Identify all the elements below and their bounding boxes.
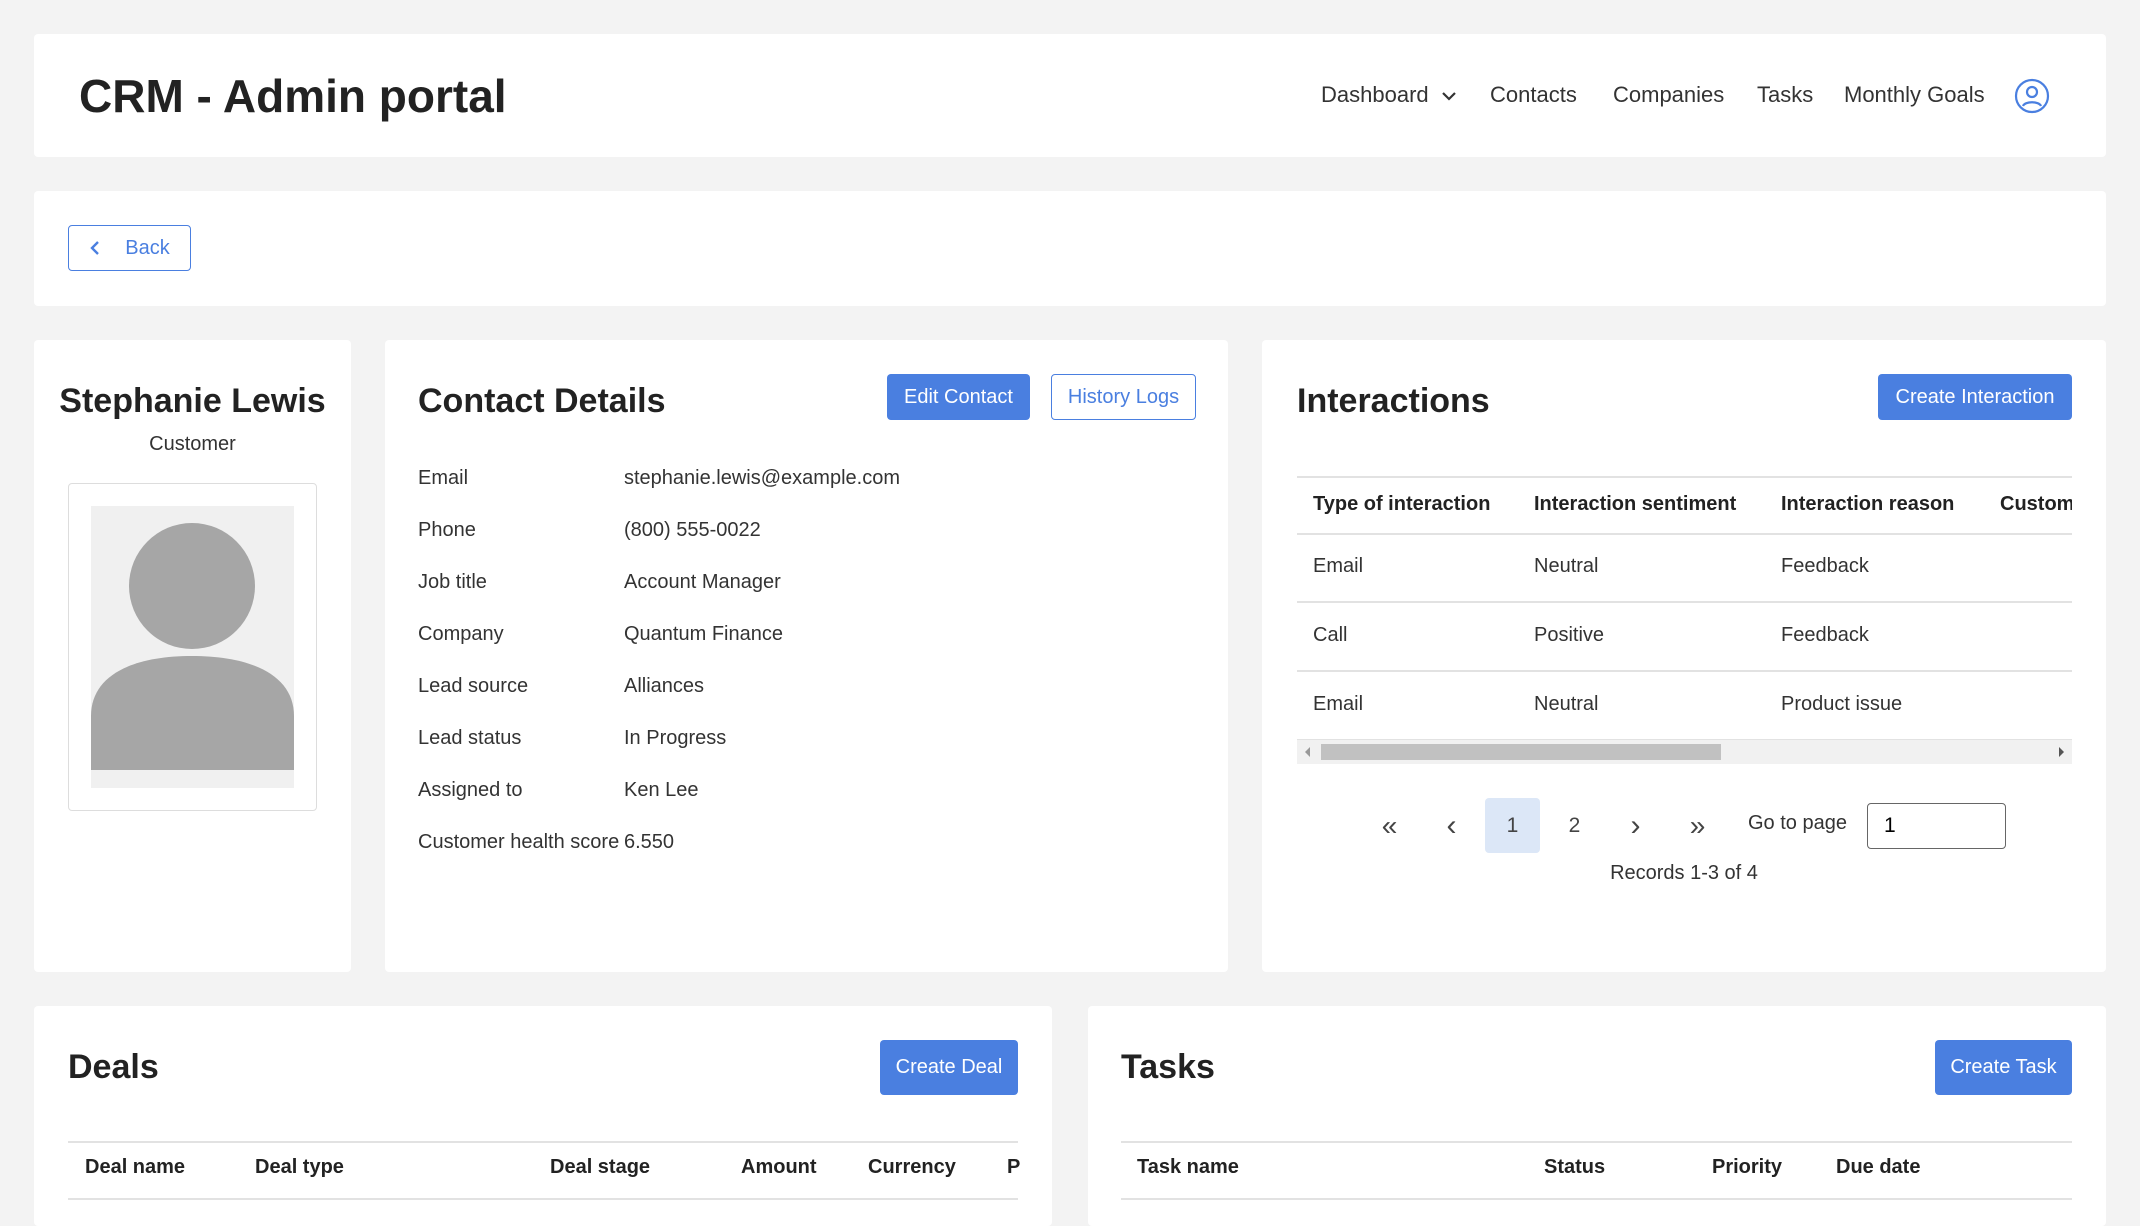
column-header[interactable]: Deal stage: [550, 1156, 650, 1179]
field-label: Lead source: [418, 675, 528, 698]
records-count: Records 1-3 of 4: [1584, 862, 1784, 885]
table-cell: Positive: [1534, 624, 1604, 647]
interactions-table: Type of interaction Interaction sentimen…: [1297, 476, 2072, 764]
avatar-placeholder-icon: [91, 506, 294, 788]
column-header[interactable]: Amount: [741, 1156, 817, 1179]
page-1-button[interactable]: 1: [1485, 798, 1540, 853]
column-header[interactable]: Task name: [1137, 1156, 1239, 1179]
table-cell: Call: [1313, 624, 1347, 647]
nav-tasks[interactable]: Tasks: [1757, 82, 1813, 108]
table-cell: Product issue: [1781, 693, 1902, 716]
first-page-button[interactable]: «: [1362, 798, 1417, 853]
history-logs-button[interactable]: History Logs: [1051, 374, 1196, 420]
column-header[interactable]: Priority: [1712, 1156, 1782, 1179]
back-bar: Back: [34, 191, 2106, 306]
scroll-right-arrow[interactable]: [2059, 747, 2064, 757]
interactions-card: Interactions Create Interaction Type of …: [1262, 340, 2106, 972]
nav-dashboard[interactable]: Dashboard: [1321, 82, 1457, 108]
edit-contact-button[interactable]: Edit Contact: [887, 374, 1030, 420]
chevron-left-icon: [89, 240, 101, 256]
deals-title: Deals: [68, 1048, 159, 1087]
field-label: Email: [418, 467, 468, 490]
field-label: Customer health score: [418, 831, 619, 854]
table-row[interactable]: Call Positive Feedback: [1297, 602, 2072, 671]
back-label: Back: [125, 237, 169, 260]
nav-dashboard-label: Dashboard: [1321, 82, 1429, 107]
prev-page-button[interactable]: ‹: [1424, 798, 1479, 853]
app-title: CRM - Admin portal: [79, 69, 507, 123]
contact-details-card: Contact Details Edit Contact History Log…: [385, 340, 1228, 972]
column-header[interactable]: Interaction sentiment: [1534, 493, 1736, 516]
contact-role: Customer: [34, 433, 351, 456]
profile-card: Stephanie Lewis Customer: [34, 340, 351, 972]
scrollbar-thumb[interactable]: [1321, 744, 1721, 760]
chevron-down-icon: [1441, 90, 1457, 102]
table-cell: Neutral: [1534, 693, 1598, 716]
table-cell: Feedback: [1781, 555, 1869, 578]
nav-monthly-goals[interactable]: Monthly Goals: [1844, 82, 1985, 108]
table-cell: Neutral: [1534, 555, 1598, 578]
contact-name: Stephanie Lewis: [34, 382, 351, 421]
interactions-title: Interactions: [1297, 382, 1490, 421]
field-value: (800) 555-0022: [624, 519, 761, 542]
last-page-button[interactable]: »: [1670, 798, 1725, 853]
table-cell: Feedback: [1781, 624, 1869, 647]
field-value: stephanie.lewis@example.com: [624, 467, 900, 490]
field-value: Alliances: [624, 675, 704, 698]
column-header[interactable]: Deal type: [255, 1156, 344, 1179]
column-header[interactable]: Status: [1544, 1156, 1605, 1179]
page-2-button[interactable]: 2: [1547, 798, 1602, 853]
field-value: In Progress: [624, 727, 726, 750]
field-label: Job title: [418, 571, 487, 594]
field-label: Assigned to: [418, 779, 523, 802]
header-bar: CRM - Admin portal Dashboard Contacts Co…: [34, 34, 2106, 157]
column-header[interactable]: P: [1007, 1156, 1020, 1179]
create-deal-button[interactable]: Create Deal: [880, 1040, 1018, 1095]
field-label: Phone: [418, 519, 476, 542]
next-page-button[interactable]: ›: [1608, 798, 1663, 853]
create-interaction-button[interactable]: Create Interaction: [1878, 374, 2072, 420]
column-header[interactable]: Currency: [868, 1156, 956, 1179]
horizontal-scrollbar[interactable]: [1297, 740, 2072, 764]
nav-companies[interactable]: Companies: [1613, 82, 1724, 108]
back-button[interactable]: Back: [68, 225, 191, 271]
go-to-page-input[interactable]: [1867, 803, 2006, 849]
field-value: Account Manager: [624, 571, 781, 594]
table-row[interactable]: Email Neutral Feedback: [1297, 533, 2072, 602]
field-value: 6.550: [624, 831, 674, 854]
table-cell: Email: [1313, 693, 1363, 716]
table-row[interactable]: Email Neutral Product issue: [1297, 671, 2072, 740]
column-header[interactable]: Custome: [2000, 493, 2072, 516]
contact-details-title: Contact Details: [418, 382, 666, 421]
column-header[interactable]: Due date: [1836, 1156, 1920, 1179]
nav-contacts[interactable]: Contacts: [1490, 82, 1577, 108]
deals-card: Deals Create Deal Deal name Deal type Deal…: [34, 1006, 1052, 1226]
go-to-page-label: Go to page: [1748, 812, 1847, 835]
avatar-frame: [68, 483, 317, 811]
column-header[interactable]: Deal name: [85, 1156, 185, 1179]
user-account-icon[interactable]: [2014, 78, 2050, 114]
tasks-title: Tasks: [1121, 1048, 1215, 1087]
field-value: Quantum Finance: [624, 623, 783, 646]
tasks-card: Tasks Create Task Task name Status Priorit…: [1088, 1006, 2106, 1226]
scroll-left-arrow[interactable]: [1305, 747, 1310, 757]
field-label: Lead status: [418, 727, 521, 750]
table-cell: Email: [1313, 555, 1363, 578]
create-task-button[interactable]: Create Task: [1935, 1040, 2072, 1095]
column-header[interactable]: Interaction reason: [1781, 493, 1954, 516]
field-value: Ken Lee: [624, 779, 699, 802]
column-header[interactable]: Type of interaction: [1313, 493, 1490, 516]
field-label: Company: [418, 623, 504, 646]
